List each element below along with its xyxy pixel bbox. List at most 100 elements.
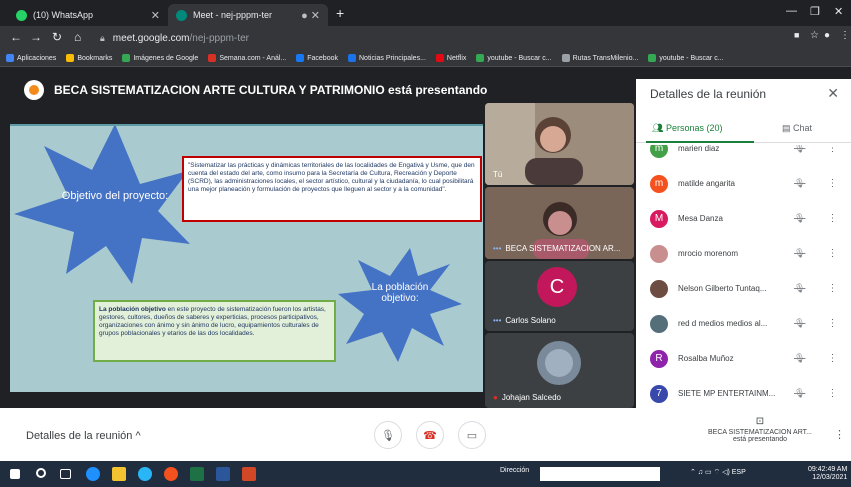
participant-row[interactable]: 7 SIETE MP ENTERTAINM... 🎙︎ ⋮: [636, 376, 851, 408]
reload-icon[interactable]: ↻: [52, 30, 62, 44]
chat-tab-label: Chat: [793, 123, 813, 133]
star-icon[interactable]: ☆: [810, 30, 819, 41]
bookmark-icon: [66, 54, 75, 62]
tile-carlos[interactable]: C ••• Carlos Solano: [485, 261, 634, 331]
more-options-icon[interactable]: ⋮: [834, 428, 845, 441]
address-toolbar-input[interactable]: [540, 467, 660, 481]
bookmark-item[interactable]: Semana.com - Anál...: [208, 54, 286, 62]
participant-row[interactable]: m matilde angarita 🎙︎ ⋮: [636, 166, 851, 201]
participant-avatar: m: [650, 174, 668, 193]
bookmark-item[interactable]: Aplicaciones: [6, 54, 56, 62]
participant-name: Nelson Gilberto Tuntaq...: [678, 284, 767, 293]
word-icon[interactable]: [216, 467, 230, 481]
leave-call-button[interactable]: ☎︎: [416, 421, 444, 449]
excel-icon[interactable]: [190, 467, 204, 481]
bookmark-item[interactable]: Noticias Principales...: [348, 54, 426, 62]
participant-row[interactable]: R Rosalba Muñoz 🎙︎ ⋮: [636, 341, 851, 376]
participant-avatar: [650, 279, 668, 298]
participant-avatar: R: [650, 349, 668, 368]
presenter-banner: BECA SISTEMATIZACION ARTE CULTURA Y PATR…: [24, 80, 487, 100]
participant-more-icon[interactable]: ⋮: [827, 248, 837, 259]
objective-textbox: "Sistematizar las prácticas y dinámicas …: [182, 156, 482, 222]
meeting-details-panel: Detalles de la reunión ✕ 👥︎ Personas (20…: [636, 79, 851, 408]
clock[interactable]: 09:42:49 AM 12/03/2021: [808, 466, 847, 483]
carlos-avatar: C: [537, 267, 577, 307]
bookmarks-bar: Aplicaciones Bookmarks Imágenes de Google S…: [0, 50, 851, 67]
task-view-icon[interactable]: [60, 469, 71, 479]
participant-name: marien diaz: [678, 145, 720, 153]
star-label-poblacion: La población objetivo:: [371, 282, 429, 304]
mic-muted-icon: 🎙︎: [794, 248, 806, 258]
app-icon[interactable]: [138, 467, 152, 481]
forward-icon[interactable]: →: [30, 30, 42, 44]
participant-row[interactable]: red d medios medios al... 🎙︎ ⋮: [636, 306, 851, 341]
bookmark-icon: [648, 54, 657, 62]
participant-more-icon[interactable]: ⋮: [827, 283, 837, 294]
camera-button[interactable]: ▭: [458, 421, 486, 449]
chrome-icon[interactable]: [164, 467, 178, 481]
tab-people[interactable]: 👥︎ Personas (20): [652, 123, 722, 134]
tile-name: Carlos Solano: [505, 316, 556, 325]
tab-meet[interactable]: Meet - nej-pppm-ter ● ✕: [168, 4, 328, 26]
tab-whatsapp[interactable]: (10) WhatsApp ✕: [8, 4, 168, 26]
menu-icon[interactable]: ⋮: [840, 30, 850, 41]
url-field[interactable]: 🔒︎ meet.google.com /nej-pppm-ter: [100, 29, 780, 47]
participant-more-icon[interactable]: ⋮: [827, 178, 837, 189]
participant-row[interactable]: M Mesa Danza 🎙︎ ⋮: [636, 201, 851, 236]
tile-name: Tú: [493, 170, 503, 179]
bookmark-item[interactable]: Imágenes de Google: [122, 54, 198, 62]
bookmark-icon: [476, 54, 485, 62]
close-window-icon[interactable]: ✕: [834, 5, 843, 18]
microphone-button[interactable]: 🎙︎: [374, 421, 402, 449]
bookmark-item[interactable]: youtube - Buscar c...: [476, 54, 552, 62]
search-icon[interactable]: [36, 468, 46, 478]
bookmark-item[interactable]: Rutas TransMilenio...: [561, 54, 638, 62]
windows-taskbar: Dirección ⌃ ♫ ▭ ⌔ ◁) ESP 09:42:49 AM 12/…: [0, 461, 851, 487]
close-icon[interactable]: ✕: [827, 85, 839, 102]
close-tab-icon[interactable]: ✕: [151, 9, 160, 22]
participant-name: SIETE MP ENTERTAINM...: [678, 389, 776, 398]
tab-chat[interactable]: ▤ Chat: [782, 123, 812, 134]
tile-name: BECA SISTEMATIZACION AR...: [505, 244, 621, 253]
powerpoint-icon[interactable]: [242, 467, 256, 481]
participant-avatar: m: [650, 145, 668, 158]
url-host: meet.google.com: [112, 32, 190, 44]
participant-more-icon[interactable]: ⋮: [827, 388, 837, 399]
bookmark-item[interactable]: Facebook: [296, 54, 338, 62]
participant-avatar: M: [650, 209, 668, 228]
minimize-icon[interactable]: —: [786, 5, 797, 17]
presenting-indicator[interactable]: ⊡ BECA SISTEMATIZACION ART... está prese…: [700, 416, 820, 443]
participant-more-icon[interactable]: ⋮: [827, 353, 837, 364]
participant-row[interactable]: Nelson Gilberto Tuntaq... 🎙︎ ⋮: [636, 271, 851, 306]
back-icon[interactable]: ←: [10, 30, 22, 44]
bookmark-item[interactable]: Netflix: [435, 54, 466, 62]
maximize-icon[interactable]: ❐: [810, 5, 820, 18]
meeting-details-toggle[interactable]: Detalles de la reunión ^: [26, 430, 141, 442]
tab-title: Meet - nej-pppm-ter: [193, 10, 273, 20]
audio-dots-icon: •••: [493, 316, 502, 325]
bookmark-item[interactable]: Bookmarks: [66, 54, 112, 62]
bookmark-item[interactable]: youtube - Buscar c...: [648, 54, 724, 62]
profile-icon[interactable]: ●: [824, 30, 830, 41]
whatsapp-icon: [16, 9, 27, 21]
tile-self[interactable]: Tú: [485, 103, 634, 185]
system-tray[interactable]: ⌃ ♫ ▭ ⌔ ◁) ESP: [690, 468, 746, 477]
new-tab-button[interactable]: +: [336, 5, 344, 21]
participant-name: red d medios medios al...: [678, 319, 768, 328]
file-explorer-icon[interactable]: [112, 467, 126, 481]
present-screen-icon: ⊡: [755, 416, 765, 427]
participant-more-icon[interactable]: ⋮: [827, 318, 837, 329]
home-icon[interactable]: ⌂: [74, 30, 81, 44]
camera-icon[interactable]: ■: [794, 30, 799, 40]
tile-johajan[interactable]: ● Johajan Salcedo: [485, 333, 634, 408]
close-tab-icon[interactable]: ● ✕: [301, 9, 320, 22]
bookmark-label: Bookmarks: [77, 54, 113, 62]
tile-beca[interactable]: ••• BECA SISTEMATIZACION AR...: [485, 187, 634, 259]
participant-more-icon[interactable]: ⋮: [827, 213, 837, 224]
participant-more-icon[interactable]: ⋮: [827, 145, 837, 154]
participant-row[interactable]: m marien diaz 🎙︎ ⋮: [636, 145, 851, 166]
participant-row[interactable]: mrocio morenom 🎙︎ ⋮: [636, 236, 851, 271]
edge-icon[interactable]: [86, 467, 100, 481]
panel-title: Detalles de la reunión: [650, 87, 767, 101]
windows-start-icon[interactable]: [10, 469, 20, 479]
